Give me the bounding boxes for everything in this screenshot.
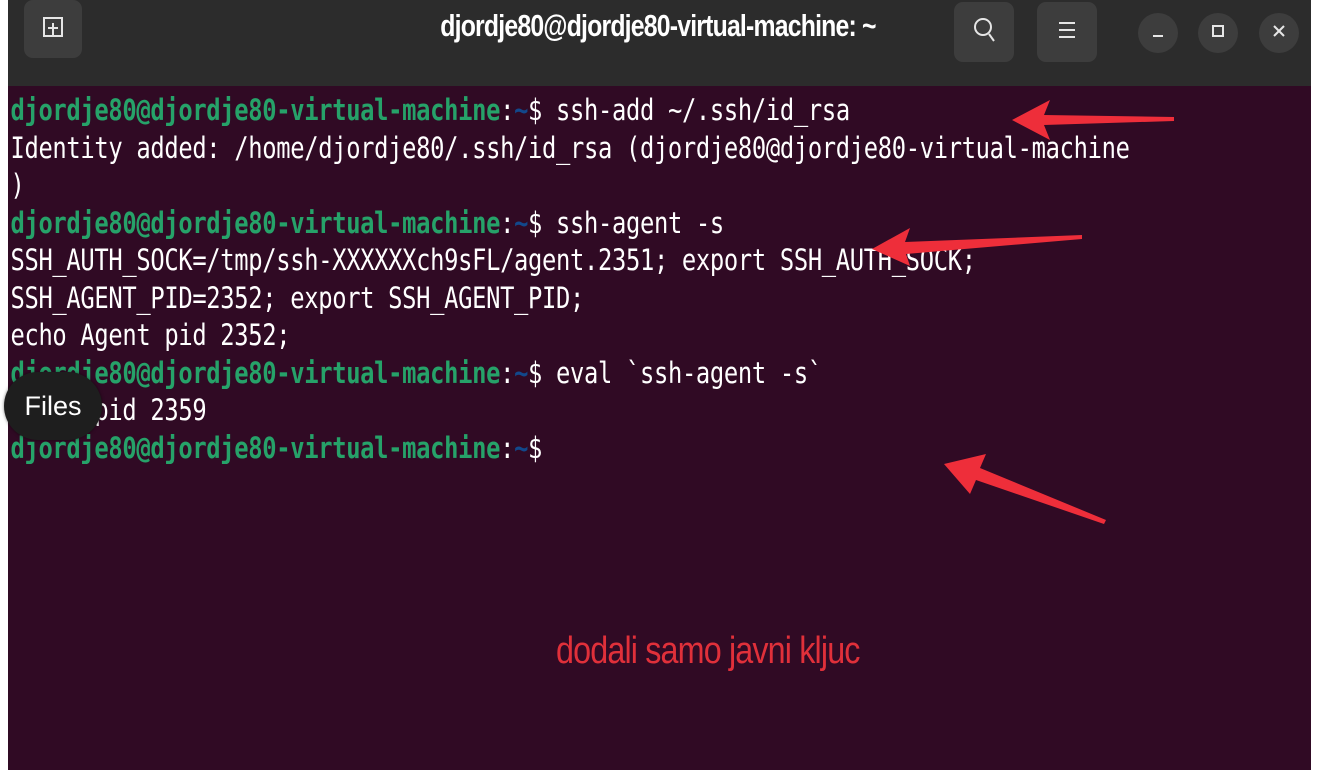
terminal-line: djordje80@djordje80-virtual-machine:~$	[8, 430, 1076, 468]
terminal-line: echo Agent pid 2352;	[10, 318, 291, 352]
prompt-path: ~	[514, 355, 529, 390]
terminal-line: )	[10, 168, 25, 202]
terminal-line: Identity added: /home/djordje80/.ssh/id_…	[10, 130, 1130, 165]
terminal-line: Agent pid 2359	[10, 393, 207, 427]
menu-button[interactable]	[1037, 2, 1097, 62]
search-button[interactable]	[954, 2, 1014, 62]
prompt-separator: :	[500, 93, 515, 127]
prompt-symbol: $	[528, 205, 543, 240]
new-tab-button[interactable]	[24, 0, 82, 58]
prompt-user: djordje80@djordje80-virtual-machine	[10, 93, 501, 127]
window-title: djordje80@djordje80-virtual-machine: ~	[440, 8, 876, 43]
annotation-text: dodali samo javni kljuc	[556, 630, 860, 672]
files-tooltip: Files	[4, 372, 102, 440]
files-tooltip-label: Files	[24, 390, 82, 421]
command-text: ssh-add ~/.ssh/id_rsa	[542, 93, 850, 127]
search-icon	[972, 16, 996, 49]
prompt-path: ~	[514, 205, 529, 240]
new-tab-icon	[42, 16, 64, 43]
prompt-path: ~	[514, 93, 529, 127]
maximize-icon	[1211, 24, 1225, 43]
red-arrow-icon	[872, 228, 1082, 266]
title-bar: djordje80@djordje80-virtual-machine: ~	[8, 0, 1311, 86]
prompt-symbol: $	[528, 430, 543, 465]
minimize-icon	[1151, 24, 1165, 43]
terminal-line: SSH_AGENT_PID=2352; export SSH_AGENT_PID…	[10, 280, 585, 315]
command-text: ssh-agent -s	[542, 205, 724, 240]
terminal-line: djordje80@djordje80-virtual-machine:~$ s…	[8, 92, 1076, 130]
prompt-path: ~	[514, 430, 529, 465]
terminal-line: djordje80@djordje80-virtual-machine:~$ e…	[8, 355, 1076, 393]
close-icon	[1272, 24, 1286, 43]
hamburger-menu-icon	[1058, 20, 1076, 45]
prompt-user: djordje80@djordje80-virtual-machine	[10, 205, 501, 240]
prompt-separator: :	[500, 355, 515, 390]
red-arrow-icon	[1012, 100, 1174, 140]
command-text: eval `ssh-agent -s`	[542, 355, 822, 390]
red-arrow-icon	[944, 454, 1106, 524]
prompt-separator: :	[500, 430, 515, 465]
maximize-button[interactable]	[1198, 13, 1238, 53]
close-button[interactable]	[1259, 13, 1299, 53]
minimize-button[interactable]	[1138, 13, 1178, 53]
terminal-window: djordje80@djordje80-virtual-machine: ~ d…	[8, 0, 1311, 770]
prompt-symbol: $	[528, 355, 543, 390]
prompt-separator: :	[500, 205, 515, 240]
prompt-symbol: $	[528, 93, 543, 127]
terminal-output[interactable]: djordje80@djordje80-virtual-machine:~$ s…	[8, 92, 1311, 467]
